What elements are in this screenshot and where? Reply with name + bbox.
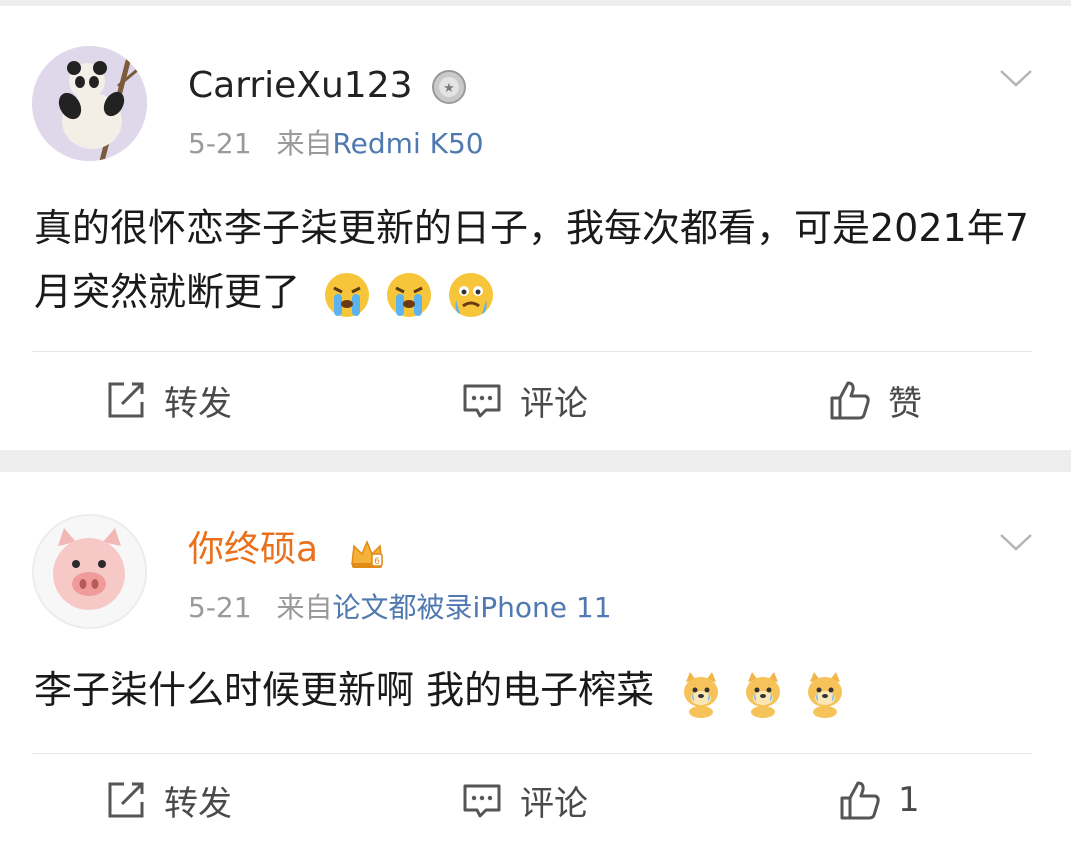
like-button[interactable]: 1 xyxy=(838,774,920,826)
source-prefix: 来自 xyxy=(276,127,333,160)
comment-feed: CarrieXu123 ★ 5-21 来自Redmi K50 真的很怀恋李子柒更… xyxy=(0,0,1071,856)
repost-label: 转发 xyxy=(164,383,232,424)
divider xyxy=(32,351,1032,352)
device-link[interactable]: 论文都被录iPhone 11 xyxy=(332,591,611,624)
crying-face-icon xyxy=(387,272,432,317)
chevron-down-icon[interactable] xyxy=(999,532,1033,552)
comment-body: 李子柒什么时候更新啊 我的电子榨菜 xyxy=(34,668,655,712)
comment-text: 李子柒什么时候更新啊 我的电子榨菜 xyxy=(34,658,1034,722)
like-count: 1 xyxy=(898,780,920,820)
thumbs-up-icon xyxy=(840,781,880,820)
divider xyxy=(32,753,1032,754)
panda-avatar-icon xyxy=(32,46,147,161)
repost-button[interactable]: 转发 xyxy=(104,774,232,826)
pig-avatar-icon xyxy=(34,516,145,627)
comment-label: 评论 xyxy=(520,783,588,824)
thumbs-up-icon xyxy=(830,381,870,420)
post-date: 5-21 xyxy=(188,127,252,160)
comment-button[interactable]: 评论 xyxy=(460,374,588,426)
comment-button[interactable]: 评论 xyxy=(460,774,588,826)
avatar[interactable] xyxy=(32,514,147,629)
comment-body: 真的很怀恋李子柒更新的日子，我每次都看，可是2021年7月突然就断更了 xyxy=(34,206,1029,314)
crying-face-icon xyxy=(449,272,494,317)
repost-label: 转发 xyxy=(164,783,232,824)
device-link[interactable]: Redmi K50 xyxy=(332,127,483,160)
post-date: 5-21 xyxy=(188,591,252,624)
silver-medal-icon: ★ xyxy=(432,70,466,104)
repost-button[interactable]: 转发 xyxy=(104,374,232,426)
username[interactable]: CarrieXu123 xyxy=(188,64,413,108)
crying-dog-icon xyxy=(684,671,719,718)
comment-label: 评论 xyxy=(520,383,588,424)
username[interactable]: 你终硕a xyxy=(188,528,318,572)
post-meta: 5-21 来自论文都被录iPhone 11 xyxy=(188,590,612,626)
crown-vip-icon: 6 xyxy=(351,540,383,568)
share-icon xyxy=(108,382,144,418)
comment-text: 真的很怀恋李子柒更新的日子，我每次都看，可是2021年7月突然就断更了 xyxy=(34,196,1034,324)
crying-face-icon xyxy=(325,272,370,317)
like-button[interactable]: 赞 xyxy=(828,374,922,426)
post-meta: 5-21 来自Redmi K50 xyxy=(188,126,484,162)
chevron-down-icon[interactable] xyxy=(999,68,1033,88)
avatar[interactable] xyxy=(32,46,147,161)
source-prefix: 来自 xyxy=(276,591,333,624)
emoji-row xyxy=(322,270,496,320)
crying-dog-icon xyxy=(746,671,781,718)
comment-card: 你终硕a 6 5-21 来自论文都被录iPhone 11 李子柒什么时候更新啊 … xyxy=(0,472,1071,856)
emoji-row xyxy=(676,668,850,718)
comment-icon xyxy=(463,784,501,818)
like-label: 赞 xyxy=(888,383,922,424)
share-icon xyxy=(108,782,144,818)
comment-icon xyxy=(463,384,501,418)
crying-dog-icon xyxy=(808,671,843,718)
svg-text:6: 6 xyxy=(374,557,380,567)
svg-text:★: ★ xyxy=(443,81,455,96)
comment-card: CarrieXu123 ★ 5-21 来自Redmi K50 真的很怀恋李子柒更… xyxy=(0,6,1071,450)
